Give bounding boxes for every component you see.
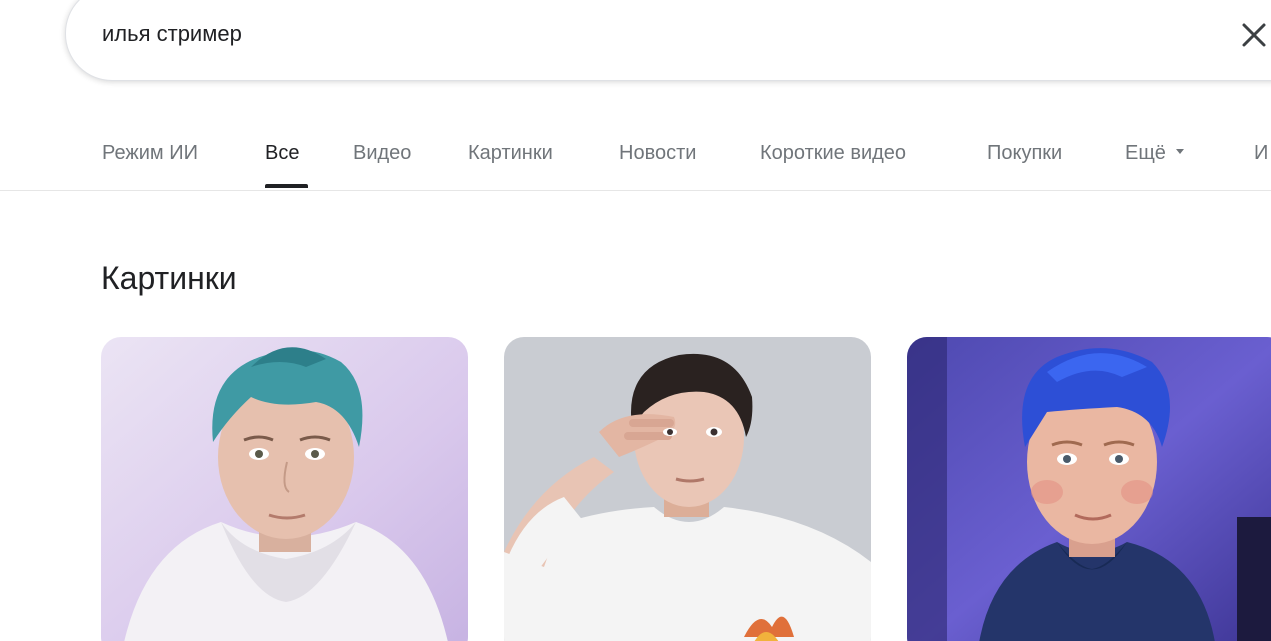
active-tab-indicator: [265, 184, 308, 188]
search-results-page: илья стример Режим ИИ Все Видео Картинки…: [0, 0, 1271, 641]
tab-ai-mode[interactable]: Режим ИИ: [102, 141, 198, 165]
image-result-1[interactable]: [101, 337, 468, 641]
tab-more[interactable]: Ещё: [1125, 141, 1184, 165]
person-photo-image: [504, 337, 871, 641]
chevron-down-icon: [1175, 149, 1184, 155]
tab-images[interactable]: Картинки: [468, 141, 553, 165]
tab-news[interactable]: Новости: [619, 141, 696, 165]
tab-video[interactable]: Видео: [353, 141, 411, 165]
search-input[interactable]: илья стример: [102, 21, 242, 47]
tab-short-videos[interactable]: Короткие видео: [760, 141, 906, 165]
images-section-title: Картинки: [101, 260, 237, 296]
tab-shopping[interactable]: Покупки: [987, 141, 1062, 165]
search-tabs: Режим ИИ Все Видео Картинки Новости Коро…: [0, 130, 1271, 191]
image-result-3[interactable]: [907, 337, 1271, 641]
tab-all[interactable]: Все: [265, 141, 299, 165]
image-result-2[interactable]: [504, 337, 871, 641]
close-icon: [1242, 23, 1266, 47]
tab-more-label: Ещё: [1125, 142, 1166, 164]
search-box[interactable]: [65, 0, 1271, 81]
person-photo-image: [907, 337, 1271, 641]
tab-tools[interactable]: И: [1254, 141, 1268, 165]
person-photo-image: [101, 337, 468, 641]
clear-search-button[interactable]: [1237, 18, 1271, 52]
